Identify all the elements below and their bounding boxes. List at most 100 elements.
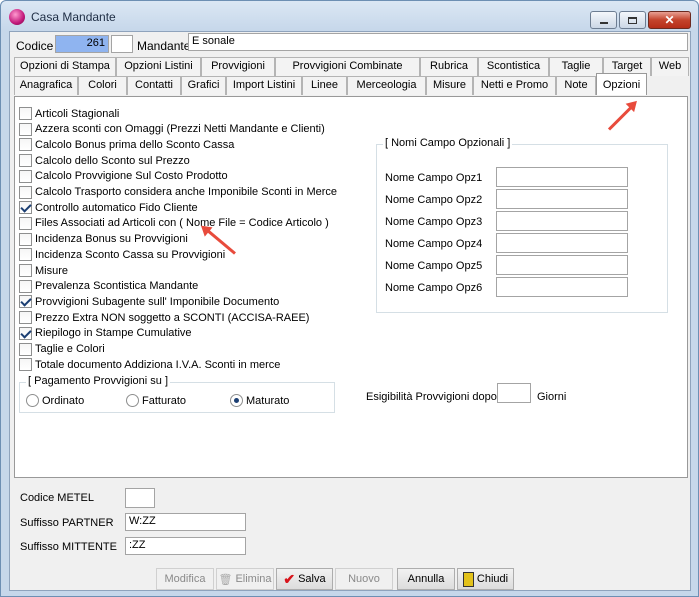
- maximize-button[interactable]: [619, 11, 646, 29]
- option-misure[interactable]: Misure: [19, 264, 68, 277]
- checkbox[interactable]: [19, 279, 32, 293]
- nome-campo-opz4-label: Nome Campo Opz4: [385, 238, 483, 250]
- tab-grafici[interactable]: Grafici: [181, 76, 226, 95]
- tab-anagrafica[interactable]: Anagrafica: [14, 76, 78, 95]
- option-calcolo-trasporto-considera-anche-imponi[interactable]: Calcolo Trasporto considera anche Imponi…: [19, 185, 338, 199]
- radio-circle[interactable]: [126, 394, 139, 407]
- checkbox[interactable]: [19, 122, 32, 136]
- nuovo-label: Nuovo: [348, 573, 380, 585]
- option-calcolo-bonus-prima-dello-sconto-cassa[interactable]: Calcolo Bonus prima dello Sconto Cassa: [19, 138, 235, 152]
- radio-maturato[interactable]: Maturato: [230, 394, 289, 407]
- minimize-button[interactable]: [590, 11, 617, 29]
- nome-campo-opz1-field[interactable]: [496, 167, 628, 187]
- title-bar[interactable]: Casa Mandante ✕: [1, 1, 698, 31]
- checkbox[interactable]: [19, 201, 32, 215]
- checkbox[interactable]: [19, 232, 32, 246]
- tab-row-1: Opzioni di Stampa Opzioni Listini Provvigi…: [14, 57, 689, 76]
- radio-label: Maturato: [246, 394, 290, 407]
- option-articoli-stagionali[interactable]: Articoli Stagionali: [19, 107, 119, 120]
- pagamento-group: [ Pagamento Provvigioni su ] Ordinato Fat…: [19, 375, 335, 413]
- tab-opzioni[interactable]: Opzioni: [596, 73, 647, 95]
- codice-field[interactable]: 261: [55, 35, 109, 53]
- chiudi-button[interactable]: Chiudi: [457, 568, 514, 590]
- metel-field[interactable]: [125, 488, 155, 508]
- option-calcolo-dello-sconto-sul-prezzo[interactable]: Calcolo dello Sconto sul Prezzo: [19, 154, 190, 168]
- option-incidenza-sconto-cassa-su-provvigioni[interactable]: Incidenza Sconto Cassa su Provvigioni: [19, 248, 226, 262]
- option-riepilogo-in-stampe-cumulative[interactable]: Riepilogo in Stampe Cumulative: [19, 326, 192, 340]
- window-title: Casa Mandante: [31, 10, 116, 24]
- option-prezzo-extra-non-soggetto-a-sconti-accis[interactable]: Prezzo Extra NON soggetto a SCONTI (ACCI…: [19, 311, 309, 325]
- modifica-button[interactable]: Modifica: [156, 568, 214, 590]
- tab-note[interactable]: Note: [556, 76, 596, 95]
- tab-scontistica[interactable]: Scontistica: [478, 57, 549, 76]
- options-panel: Articoli Stagionali Azzera sconti con Oma…: [14, 96, 688, 478]
- checkbox[interactable]: [19, 358, 32, 372]
- annulla-button[interactable]: Annulla: [397, 568, 455, 590]
- tab-merceologia[interactable]: Merceologia: [347, 76, 426, 95]
- checkbox[interactable]: [19, 264, 32, 277]
- option-prevalenza-scontistica-mandante[interactable]: Prevalenza Scontistica Mandante: [19, 279, 198, 293]
- option-taglie-e-colori[interactable]: Taglie e Colori: [19, 342, 105, 356]
- option-incidenza-bonus-su-provvigioni[interactable]: Incidenza Bonus su Provvigioni: [19, 232, 188, 246]
- checkbox[interactable]: [19, 216, 32, 230]
- option-provvigioni-subagente-sull-imponibile-do[interactable]: Provvigioni Subagente sull' Imponibile D…: [19, 295, 279, 309]
- giorni-label: Giorni: [537, 391, 567, 403]
- nome-campo-opz2-label: Nome Campo Opz2: [385, 194, 483, 206]
- close-button[interactable]: ✕: [648, 11, 691, 29]
- bottom-panel: Codice METEL Suffisso PARTNER W:ZZ Suffi…: [14, 484, 688, 564]
- partner-field[interactable]: W:ZZ: [125, 513, 246, 531]
- tab-misure[interactable]: Misure: [426, 76, 473, 95]
- option-controllo-automatico-fido-cliente[interactable]: Controllo automatico Fido Cliente: [19, 201, 198, 215]
- option-azzera-sconti-con-omaggi-prezzi-netti-ma[interactable]: Azzera sconti con Omaggi (Prezzi Netti M…: [19, 122, 325, 136]
- tab-netti-e-promo[interactable]: Netti e Promo: [473, 76, 556, 95]
- tab-import-listini[interactable]: Import Listini: [226, 76, 302, 95]
- tab-opzioni-listini[interactable]: Opzioni Listini: [116, 57, 201, 76]
- checkbox[interactable]: [19, 154, 32, 168]
- option-label: Incidenza Sconto Cassa su Provvigioni: [35, 248, 226, 261]
- mittente-field[interactable]: :ZZ: [125, 537, 246, 555]
- option-files-associati-ad-articoli-con-nome-fil[interactable]: Files Associati ad Articoli con ( Nome F…: [19, 216, 329, 230]
- option-calcolo-provvigione-sul-costo-prodotto[interactable]: Calcolo Provvigione Sul Costo Prodotto: [19, 169, 228, 183]
- tab-opzioni-di-stampa[interactable]: Opzioni di Stampa: [14, 57, 116, 76]
- nome-campo-opz2-field[interactable]: [496, 189, 628, 209]
- tab-provvigioni-combinate[interactable]: Provvigioni Combinate: [275, 57, 420, 76]
- checkbox[interactable]: [19, 342, 32, 356]
- radio-fatturato[interactable]: Fatturato: [126, 394, 186, 407]
- nome-campo-opz6-label: Nome Campo Opz6: [385, 282, 483, 294]
- esigibilita-field[interactable]: [497, 383, 531, 403]
- nome-campo-opz6-field[interactable]: [496, 277, 628, 297]
- option-label: Calcolo Trasporto considera anche Imponi…: [35, 186, 338, 198]
- tab-colori[interactable]: Colori: [78, 76, 127, 95]
- tab-rubrica[interactable]: Rubrica: [420, 57, 478, 76]
- option-label: Calcolo Bonus prima dello Sconto Cassa: [35, 138, 235, 151]
- checkbox[interactable]: [19, 107, 32, 120]
- nuovo-button[interactable]: Nuovo: [335, 568, 393, 590]
- option-label: Riepilogo in Stampe Cumulative: [35, 327, 192, 340]
- checkbox[interactable]: [19, 311, 32, 325]
- mandante-field[interactable]: E sonale: [188, 33, 688, 51]
- tab-taglie[interactable]: Taglie: [549, 57, 603, 76]
- checkbox[interactable]: [19, 326, 32, 340]
- nome-campo-opz4-field[interactable]: [496, 233, 628, 253]
- checkbox[interactable]: [19, 185, 32, 199]
- tab-contatti[interactable]: Contatti: [127, 76, 181, 95]
- radio-circle[interactable]: [230, 394, 243, 407]
- codice-extra-field[interactable]: [111, 35, 133, 53]
- option-totale-documento-addiziona-i-v-a-sconti-[interactable]: Totale documento Addiziona I.V.A. Sconti…: [19, 358, 280, 372]
- tab-web[interactable]: Web: [651, 57, 689, 76]
- nome-campo-opz3-field[interactable]: [496, 211, 628, 231]
- checkbox[interactable]: [19, 248, 32, 262]
- checkbox[interactable]: [19, 169, 32, 183]
- checkbox[interactable]: [19, 138, 32, 152]
- tab-provvigioni[interactable]: Provvigioni: [201, 57, 275, 76]
- tab-linee[interactable]: Linee: [302, 76, 347, 95]
- salva-button[interactable]: ✔ Salva: [276, 568, 333, 590]
- checkbox[interactable]: [19, 295, 32, 309]
- radio-circle[interactable]: [26, 394, 39, 407]
- nome-campo-opz5-field[interactable]: [496, 255, 628, 275]
- nomi-campo-group: [ Nomi Campo Opzionali ] Nome Campo Opz1…: [376, 137, 668, 313]
- metel-label: Codice METEL: [20, 492, 94, 504]
- radio-ordinato[interactable]: Ordinato: [26, 394, 84, 407]
- form-area: Codice 261 Mandante E sonale Opzioni di …: [9, 31, 691, 591]
- elimina-button[interactable]: 🗑 Elimina: [216, 568, 274, 590]
